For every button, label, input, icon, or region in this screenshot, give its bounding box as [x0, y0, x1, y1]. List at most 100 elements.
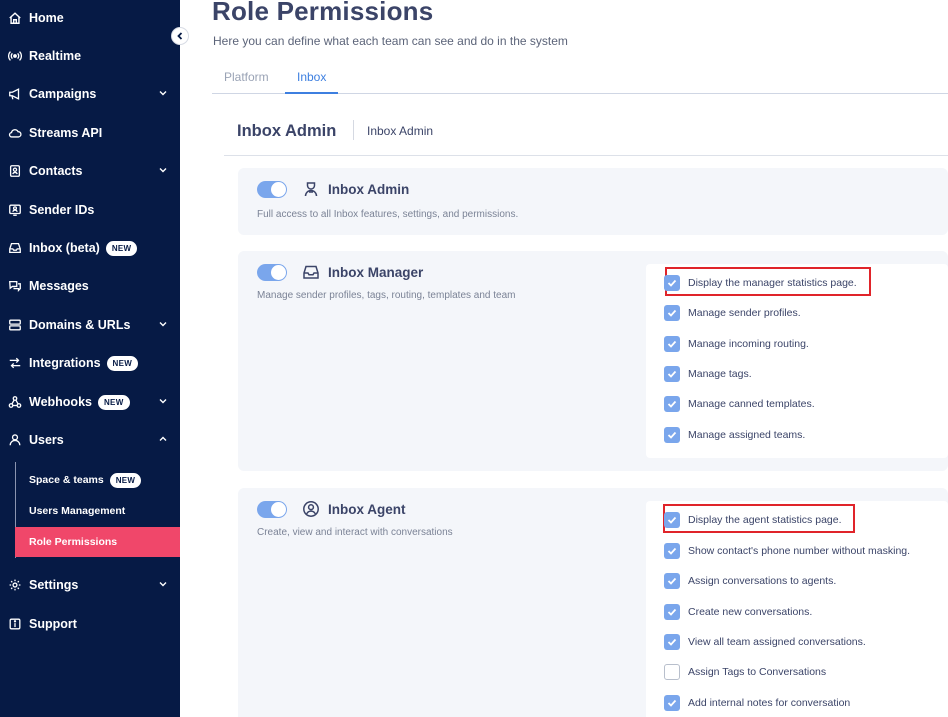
sidebar-item-streams-api[interactable]: Streams API: [0, 119, 180, 147]
permission-checkbox[interactable]: Add internal notes for conversation: [664, 692, 850, 714]
sidebar-item-webhooks[interactable]: Webhooks NEW: [0, 388, 180, 416]
submenu-item-role-permissions[interactable]: Role Permissions: [15, 527, 180, 557]
sidebar-item-label: Users: [29, 433, 64, 447]
new-badge: NEW: [105, 240, 138, 256]
sidebar-item-campaigns[interactable]: Campaigns: [0, 80, 180, 108]
sidebar-item-users[interactable]: Users: [0, 426, 180, 454]
sidebar-item-label: Messages: [29, 279, 89, 293]
permission-label: Create new conversations.: [688, 606, 813, 618]
permissions-panel: Display the manager statistics page. Man…: [646, 264, 948, 458]
sidebar-item-label: Settings: [29, 578, 79, 592]
sidebar-item-domains-urls[interactable]: Domains & URLs: [0, 311, 180, 339]
role-toggle[interactable]: [257, 181, 287, 198]
checkbox-checked-icon: [664, 573, 680, 589]
new-badge: NEW: [106, 355, 139, 371]
permission-checkbox[interactable]: Manage assigned teams.: [664, 424, 805, 446]
sidebar-item-label: Contacts: [29, 164, 83, 178]
permission-checkbox[interactable]: Manage incoming routing.: [664, 333, 809, 355]
checkbox-checked-icon: [664, 512, 680, 528]
sidebar-item-label: Home: [29, 11, 64, 25]
admin-user-icon: [304, 182, 318, 197]
sidebar-item-integrations[interactable]: Integrations NEW: [0, 349, 180, 377]
checkbox-unchecked-icon: [664, 664, 680, 680]
permission-checkbox[interactable]: View all team assigned conversations.: [664, 631, 866, 653]
permission-label: Assign conversations to agents.: [688, 575, 837, 587]
sidebar-item-settings[interactable]: Settings: [0, 571, 180, 599]
role-card: Inbox Admin Inbox Admin Inbox Admin Full…: [212, 104, 948, 717]
sidebar-item-inbox[interactable]: Inbox (beta) NEW: [0, 234, 180, 262]
gear-icon: [8, 578, 22, 592]
permission-label: Display the agent statistics page.: [688, 514, 842, 526]
permission-checkbox[interactable]: Display the manager statistics page.: [664, 272, 857, 294]
permission-label: Manage incoming routing.: [688, 338, 809, 350]
divider: [224, 155, 948, 156]
inbox-tray-icon: [303, 265, 319, 279]
tab-platform[interactable]: Platform: [212, 64, 281, 94]
role-toggle[interactable]: [257, 501, 287, 518]
permission-checkbox[interactable]: Assign Tags to Conversations: [664, 661, 826, 683]
checkbox-checked-icon: [664, 396, 680, 412]
sidebar-item-label: Integrations: [29, 356, 101, 370]
permission-checkbox[interactable]: Create new conversations.: [664, 601, 812, 623]
permission-checkbox[interactable]: Show contact's phone number without mask…: [664, 540, 910, 562]
permission-label: Show contact's phone number without mask…: [688, 545, 911, 557]
home-icon: [8, 11, 22, 25]
sidebar-item-label: Sender IDs: [29, 203, 95, 217]
permission-checkbox[interactable]: Manage sender profiles.: [664, 302, 801, 324]
user-icon: [8, 433, 22, 447]
checkbox-checked-icon: [664, 543, 680, 559]
sidebar-item-home[interactable]: Home: [0, 4, 180, 32]
submenu-item-space-teams[interactable]: Space & teams NEW: [15, 465, 180, 495]
sidebar-item-support[interactable]: Support: [0, 610, 180, 638]
role-toggle[interactable]: [257, 264, 287, 281]
role-description: Full access to all Inbox features, setti…: [257, 209, 519, 220]
sidebar-item-label: Domains & URLs: [29, 318, 131, 332]
new-badge: NEW: [97, 394, 130, 410]
info-icon: [8, 617, 22, 631]
role-inbox-admin: Inbox Admin Full access to all Inbox fea…: [238, 168, 948, 235]
submenu-item-label: Users Management: [29, 505, 126, 517]
permission-checkbox[interactable]: Display the agent statistics page.: [664, 509, 842, 531]
chevron-down-icon: [159, 91, 167, 96]
broadcast-icon: [8, 49, 22, 63]
sidebar-item-label: Inbox (beta): [29, 241, 100, 255]
permission-checkbox[interactable]: Manage tags.: [664, 363, 752, 385]
permission-checkbox[interactable]: Assign conversations to agents.: [664, 570, 836, 592]
main-content: Role Permissions Here you can define wha…: [180, 0, 948, 717]
checkbox-checked-icon: [664, 336, 680, 352]
checkbox-checked-icon: [664, 427, 680, 443]
inbox-icon: [8, 241, 22, 255]
tab-inbox[interactable]: Inbox: [285, 64, 339, 94]
permission-label: Manage canned templates.: [688, 398, 815, 410]
cloud-icon: [8, 126, 22, 140]
role-description: Create, view and interact with conversat…: [257, 527, 453, 538]
checkbox-checked-icon: [664, 366, 680, 382]
sidebar-item-contacts[interactable]: Contacts: [0, 157, 180, 185]
checkbox-checked-icon: [664, 634, 680, 650]
role-name: Inbox Admin: [328, 182, 410, 197]
permission-checkbox[interactable]: Manage canned templates.: [664, 393, 815, 415]
role-name: Inbox Agent: [328, 502, 406, 517]
divider: [353, 120, 354, 140]
card-subtitle: Inbox Admin: [367, 124, 434, 138]
sidebar-item-label: Webhooks: [29, 395, 92, 409]
megaphone-icon: [8, 87, 22, 101]
page-title: Role Permissions: [212, 0, 434, 26]
permission-label: Assign Tags to Conversations: [688, 666, 827, 678]
checkbox-checked-icon: [664, 275, 680, 291]
server-icon: [8, 318, 22, 332]
submenu-item-users-management[interactable]: Users Management: [15, 496, 180, 526]
permission-label: Add internal notes for conversation: [688, 697, 851, 709]
new-badge: NEW: [109, 472, 142, 488]
sidebar-item-realtime[interactable]: Realtime: [0, 42, 180, 70]
role-description: Manage sender profiles, tags, routing, t…: [257, 290, 516, 301]
webhook-icon: [8, 395, 22, 409]
checkbox-checked-icon: [664, 305, 680, 321]
sidebar-collapse-button[interactable]: [171, 27, 189, 45]
sidebar-item-sender-ids[interactable]: Sender IDs: [0, 196, 180, 224]
sidebar-item-label: Realtime: [29, 49, 82, 63]
tab-bar: Platform Inbox: [212, 64, 948, 94]
permission-label: View all team assigned conversations.: [688, 636, 866, 648]
role-name: Inbox Manager: [328, 265, 424, 280]
sidebar-item-messages[interactable]: Messages: [0, 272, 180, 300]
